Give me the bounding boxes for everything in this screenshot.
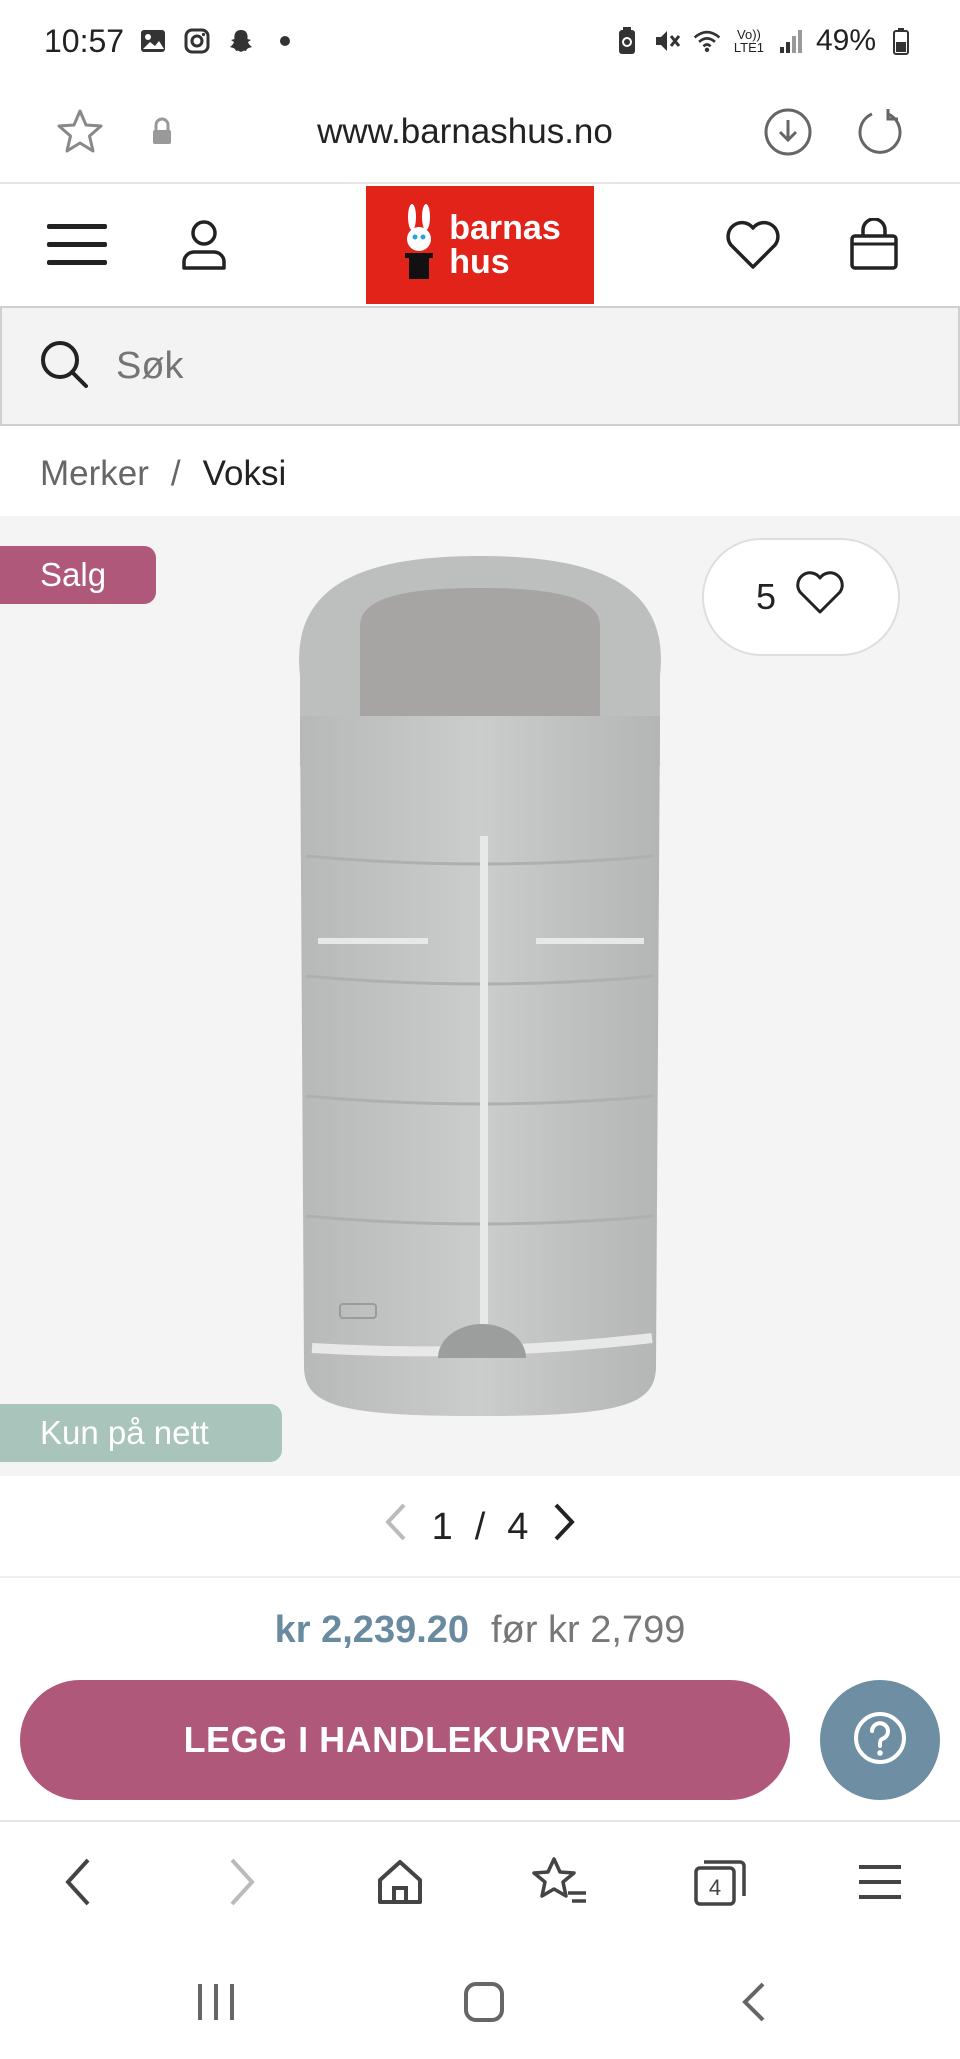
status-left: 10:57 <box>44 23 300 60</box>
battery-saver-icon <box>612 26 642 56</box>
gallery-icon <box>138 26 168 56</box>
product-image[interactable] <box>0 516 960 1476</box>
wifi-icon <box>692 26 722 56</box>
heart-icon <box>794 570 846 625</box>
tabs-count: 4 <box>709 1875 721 1900</box>
system-nav-bar <box>0 1944 960 2059</box>
bookmarks-icon[interactable] <box>510 1822 610 1942</box>
breadcrumb-merker[interactable]: Merker <box>40 454 149 494</box>
breadcrumb: Merker / Voksi <box>40 444 286 504</box>
battery-percent: 49% <box>815 24 876 57</box>
status-time: 10:57 <box>44 22 125 59</box>
signal-icon <box>776 26 806 56</box>
back-icon[interactable] <box>28 1822 128 1942</box>
system-back-icon[interactable] <box>704 1944 804 2059</box>
download-icon[interactable] <box>760 104 816 160</box>
logo-line2: hus <box>449 243 510 281</box>
rabbit-logo-icon <box>399 203 439 288</box>
logo-text: barnas hus <box>449 211 561 279</box>
battery-icon <box>886 26 916 56</box>
bookmark-star-icon[interactable] <box>52 104 108 160</box>
recent-apps-icon[interactable] <box>166 1944 266 2059</box>
browser-bottom-nav: 4 <box>0 1820 960 1940</box>
cart-bag-icon[interactable] <box>846 186 902 304</box>
breadcrumb-separator: / <box>170 454 181 493</box>
forward-icon[interactable] <box>192 1822 292 1942</box>
url-text[interactable]: www.barnashus.no <box>230 112 700 152</box>
question-icon <box>852 1710 908 1771</box>
menu-hamburger-icon[interactable] <box>42 186 112 304</box>
network-label: Vo)) LTE1 <box>733 27 764 55</box>
add-to-cart-button[interactable]: LEGG I HANDLEKURVEN <box>20 1680 790 1800</box>
price-row: kr 2,239.20 før kr 2,799 <box>0 1590 960 1670</box>
browser-address-bar: www.barnashus.no <box>0 82 960 184</box>
pager-total: 4 <box>507 1505 529 1548</box>
online-only-badge: Kun på nett <box>0 1404 282 1462</box>
favorite-count: 5 <box>755 576 777 617</box>
help-button[interactable] <box>820 1680 940 1800</box>
status-right: Vo)) LTE1 49% <box>612 24 916 58</box>
search-icon[interactable] <box>38 338 90 395</box>
pager-separator: / <box>474 1505 486 1548</box>
notification-dot-icon <box>270 26 300 56</box>
account-icon[interactable] <box>176 186 232 304</box>
logo-line1: barnas <box>449 209 561 247</box>
product-image-gallery[interactable]: Salg Kun på nett 5 <box>0 516 960 1476</box>
tabs-icon[interactable]: 4 <box>670 1822 770 1942</box>
sale-badge: Salg <box>0 546 156 604</box>
site-logo[interactable]: barnas hus <box>366 186 594 304</box>
snapchat-icon <box>226 26 256 56</box>
pager-current: 1 <box>431 1505 453 1548</box>
site-header: barnas hus <box>0 186 960 304</box>
prev-image-chevron-icon[interactable] <box>382 1501 410 1553</box>
search-input[interactable] <box>116 344 816 388</box>
lock-icon[interactable] <box>144 114 180 150</box>
reload-icon[interactable] <box>852 104 908 160</box>
previous-price: før kr 2,799 <box>491 1608 686 1651</box>
instagram-icon <box>182 26 212 56</box>
home-icon[interactable] <box>350 1822 450 1942</box>
mute-icon <box>652 26 682 56</box>
search-bar[interactable] <box>0 306 960 426</box>
wishlist-heart-icon[interactable] <box>722 186 784 304</box>
gallery-pager: 1 / 4 <box>0 1478 960 1578</box>
browser-menu-icon[interactable] <box>830 1822 930 1942</box>
favorite-button[interactable]: 5 <box>702 538 900 656</box>
current-price: kr 2,239.20 <box>274 1608 470 1651</box>
next-image-chevron-icon[interactable] <box>550 1501 578 1553</box>
system-home-icon[interactable] <box>434 1944 534 2059</box>
breadcrumb-voksi[interactable]: Voksi <box>203 454 287 494</box>
status-bar: 10:57 Vo)) LTE1 49% <box>0 0 960 82</box>
